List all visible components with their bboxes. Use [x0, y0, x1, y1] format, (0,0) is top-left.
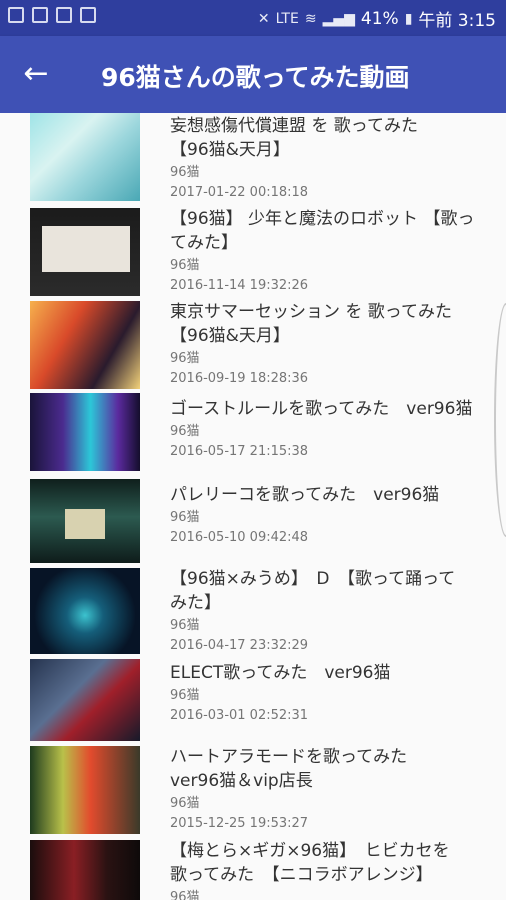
video-title: 妄想感傷代償連盟 を 歌ってみた: [170, 116, 418, 136]
app-toolbar: ← 96猫さんの歌ってみた動画: [0, 36, 506, 113]
video-thumbnail[interactable]: [30, 746, 140, 834]
wifi-icon: ≋: [304, 10, 317, 27]
video-title: ハートアラモードを歌ってみた: [170, 747, 408, 767]
video-uploader: 96猫: [170, 351, 200, 366]
image-notification-icon: [8, 7, 24, 23]
battery-icon: ▮: [404, 10, 413, 27]
list-item[interactable]: ELECT歌ってみた ver96猫 96猫 2016-03-01 02:52:3…: [0, 657, 506, 744]
video-uploader: 96猫: [170, 688, 200, 703]
battery-percent: 41%: [360, 8, 399, 29]
video-date: 2015-12-25 19:53:27: [170, 816, 309, 831]
video-title: 【96猫×みうめ】 D 【歌って踊って: [170, 569, 456, 589]
clock: 午前 3:15: [418, 11, 496, 31]
video-title-line2: てみた】: [170, 233, 238, 253]
mute-icon: ✕: [257, 10, 270, 27]
list-item[interactable]: 【96猫】 少年と魔法のロボット 【歌っ てみた】 96猫 2016-11-14…: [0, 206, 506, 300]
video-uploader: 96猫: [170, 796, 200, 811]
list-item[interactable]: 東京サマーセッション を 歌ってみた 【96猫&天月】 96猫 2016-09-…: [0, 299, 506, 394]
video-date: 2016-11-14 19:32:26: [170, 278, 309, 293]
list-item[interactable]: 【96猫×みうめ】 D 【歌って踊って みた】 96猫 2016-04-17 2…: [0, 565, 506, 658]
video-thumbnail[interactable]: [30, 208, 140, 296]
video-date: 2017-01-22 00:18:18: [170, 185, 309, 200]
video-title: 東京サマーセッション を 歌ってみた: [170, 302, 452, 322]
video-uploader: 96猫: [170, 618, 200, 633]
gallery-notification-icon: [32, 7, 48, 23]
video-thumbnail[interactable]: [30, 301, 140, 389]
thumbnail-card: [42, 226, 130, 272]
video-title: 【96猫】 少年と魔法のロボット 【歌っ: [170, 209, 475, 229]
arrow-left-icon[interactable]: ←: [18, 56, 54, 92]
video-date: 2016-09-19 18:28:36: [170, 371, 309, 386]
video-thumbnail[interactable]: [30, 840, 140, 900]
video-date: 2016-03-01 02:52:31: [170, 708, 309, 723]
video-uploader: 96猫: [170, 165, 200, 180]
video-list[interactable]: 妄想感傷代償連盟 を 歌ってみた 【96猫&天月】 96猫 2017-01-22…: [0, 113, 506, 900]
video-title-line2: 歌ってみた 【ニコラボアレンジ】: [170, 865, 433, 885]
cloud-icon: [80, 7, 96, 23]
list-item[interactable]: 【梅とら×ギガ×96猫】 ヒビカセを 歌ってみた 【ニコラボアレンジ】 96猫: [0, 837, 506, 900]
status-right: ✕ LTE ≋ ▂▄▆ 41% ▮ 午前 3:15: [257, 6, 496, 32]
usb-icon: [56, 7, 72, 23]
video-title: ゴーストルールを歌ってみた ver96猫: [170, 399, 473, 419]
video-thumbnail[interactable]: [30, 659, 140, 741]
list-item[interactable]: パレリーコを歌ってみた ver96猫 96猫 2016-05-10 09:42:…: [0, 479, 506, 566]
video-thumbnail[interactable]: [30, 113, 140, 201]
video-uploader: 96猫: [170, 890, 200, 900]
video-title-line2: みた】: [170, 593, 221, 613]
page-title: 96猫さんの歌ってみた動画: [101, 63, 410, 92]
video-thumbnail[interactable]: [30, 568, 140, 654]
video-uploader: 96猫: [170, 510, 200, 525]
notification-icons: [8, 7, 96, 23]
lte-icon: LTE: [275, 10, 299, 27]
video-uploader: 96猫: [170, 424, 200, 439]
video-date: 2016-05-10 09:42:48: [170, 530, 309, 545]
video-date: 2016-04-17 23:32:29: [170, 638, 309, 653]
video-title: ELECT歌ってみた ver96猫: [170, 663, 391, 683]
thumbnail-card: [65, 509, 105, 539]
video-thumbnail[interactable]: [30, 393, 140, 471]
list-item[interactable]: ハートアラモードを歌ってみた ver96猫＆vip店長 96猫 2015-12-…: [0, 743, 506, 838]
video-uploader: 96猫: [170, 258, 200, 273]
video-title-line2: 【96猫&天月】: [170, 140, 290, 160]
status-bar: ✕ LTE ≋ ▂▄▆ 41% ▮ 午前 3:15: [0, 0, 506, 36]
video-title: パレリーコを歌ってみた ver96猫: [170, 485, 440, 505]
video-date: 2016-05-17 21:15:38: [170, 444, 309, 459]
video-title-line2: 【96猫&天月】: [170, 326, 290, 346]
video-title: 【梅とら×ギガ×96猫】 ヒビカセを: [170, 841, 450, 861]
list-item[interactable]: ゴーストルールを歌ってみた ver96猫 96猫 2016-05-17 21:1…: [0, 393, 506, 480]
video-title-line2: ver96猫＆vip店長: [170, 771, 313, 791]
signal-icon: ▂▄▆: [322, 10, 355, 27]
video-thumbnail[interactable]: [30, 479, 140, 563]
list-item[interactable]: 妄想感傷代償連盟 を 歌ってみた 【96猫&天月】 96猫 2017-01-22…: [0, 113, 506, 207]
